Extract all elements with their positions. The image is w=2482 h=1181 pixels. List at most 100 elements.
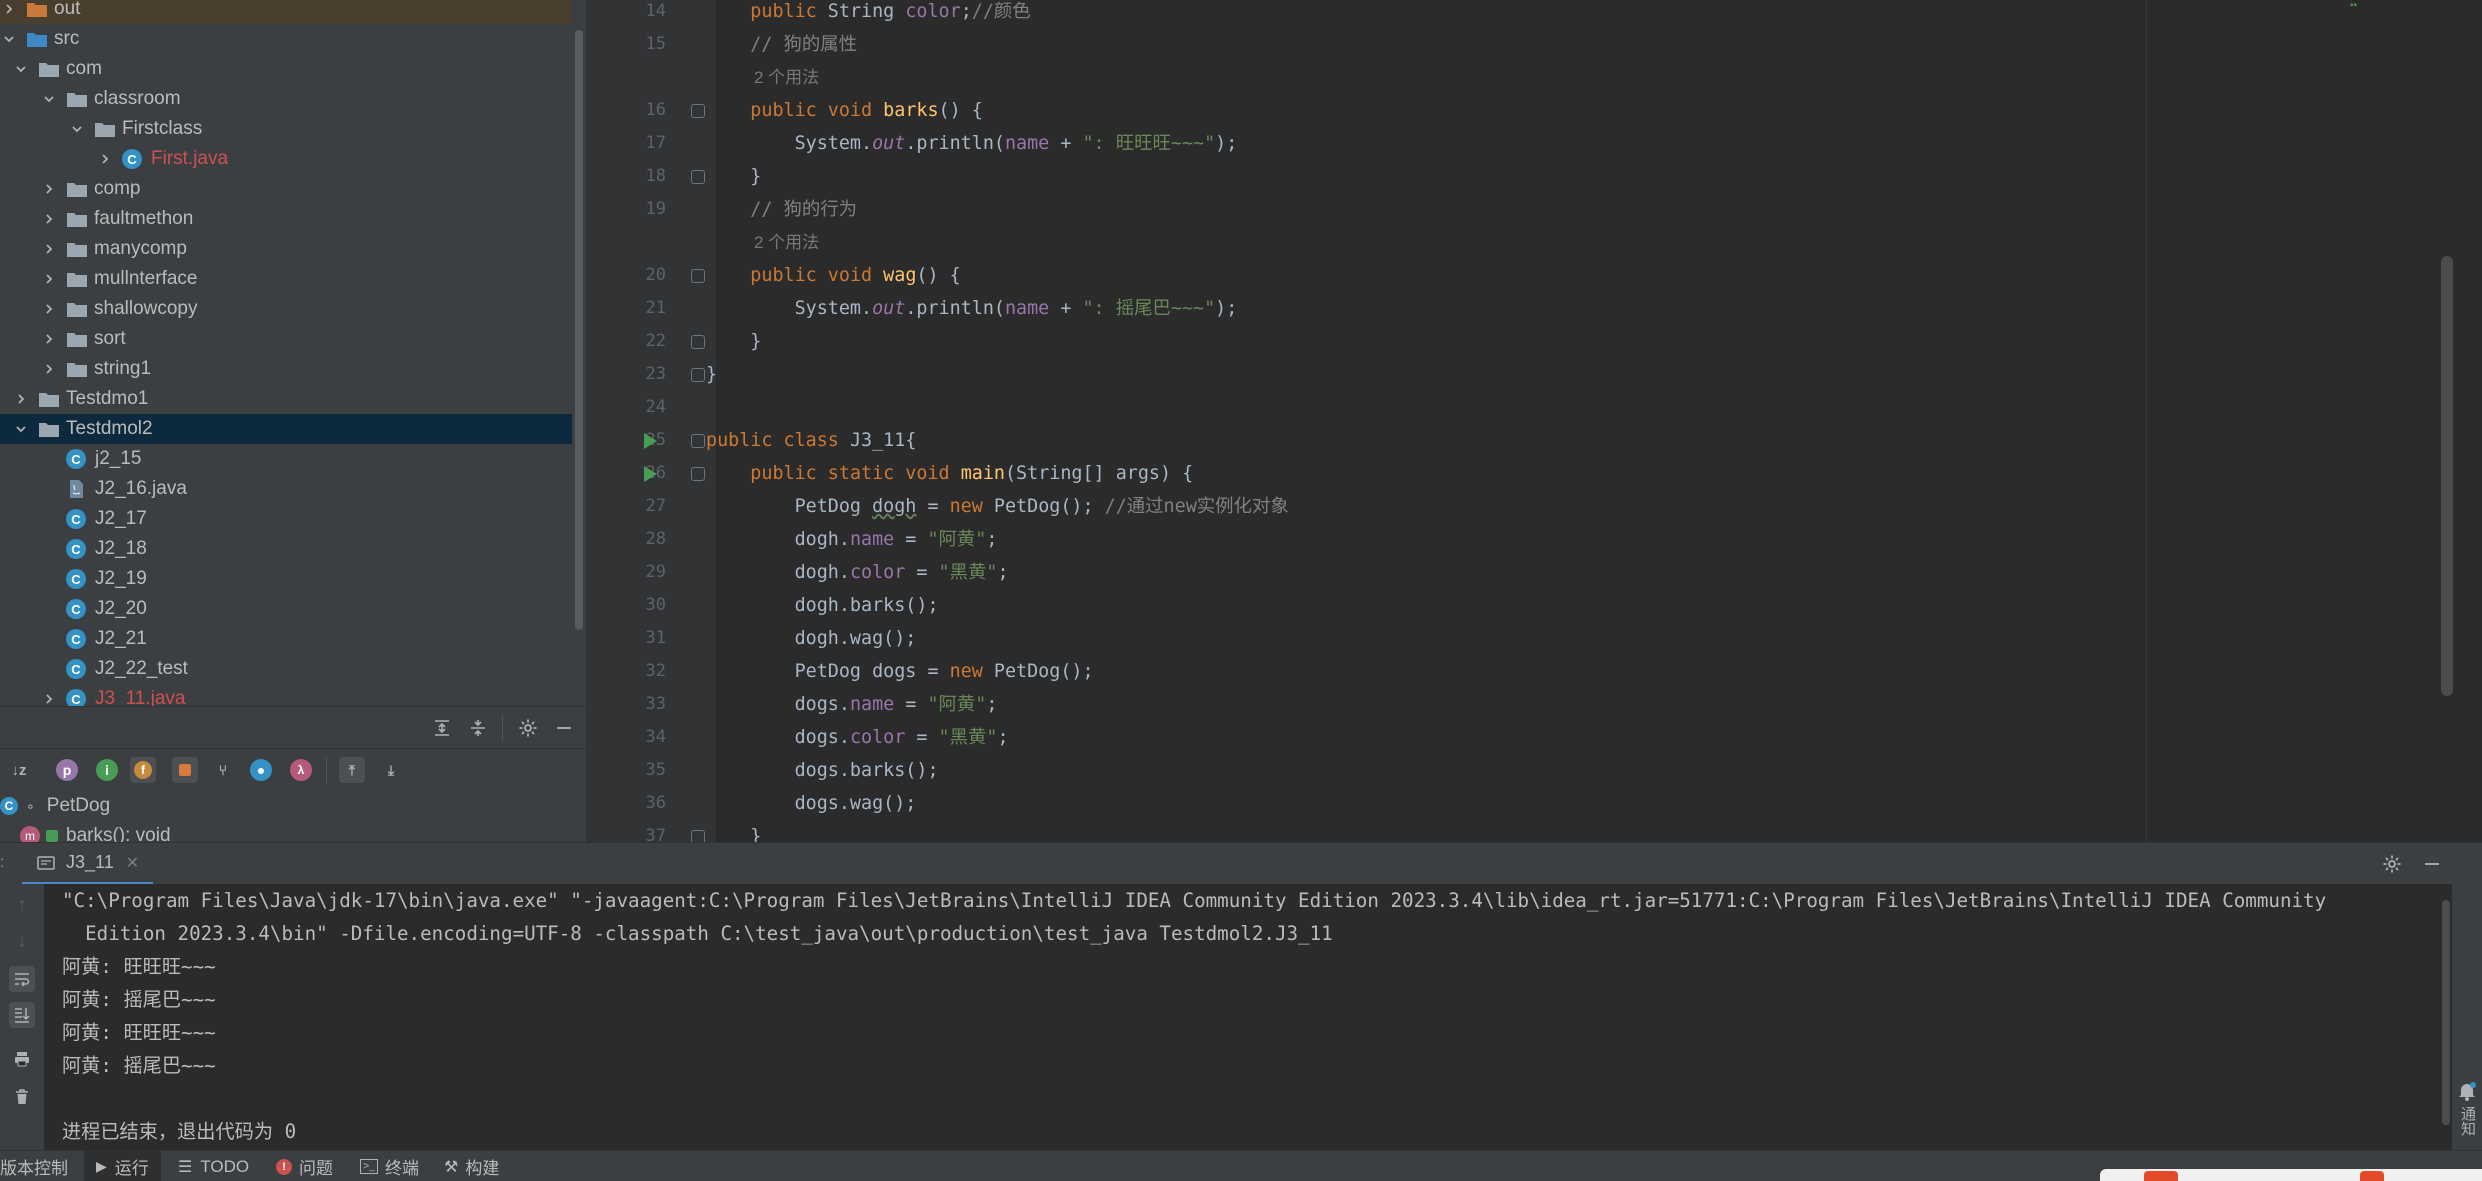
code-editor[interactable]: 14 15 16 17 18 19 20 21 22 23 24 25 26 27 28 29 30 31 32 33… (586, 0, 2482, 842)
inspection-indicator-icon[interactable]: ▪▪ (2350, 0, 2368, 11)
anonymous-classes-icon[interactable]: ● (250, 759, 272, 781)
sort-alpha-icon[interactable]: ↓z (6, 757, 32, 783)
tree-item[interactable]: C J2_22_test (0, 654, 572, 684)
code-line[interactable]: dogh.wag(); (706, 622, 917, 655)
fields-toggle-icon[interactable]: f (130, 757, 156, 783)
tree-item[interactable]: C J2_20 (0, 594, 572, 624)
non-public-icon[interactable] (172, 757, 198, 783)
code-line[interactable]: System.out.println(name + ": 旺旺旺~~~"); (706, 127, 1238, 160)
code-line[interactable]: dogs.barks(); (706, 754, 939, 787)
chevron-down-icon[interactable] (12, 420, 30, 438)
code-line[interactable]: System.out.println(name + ": 摇尾巴~~~"); (706, 292, 1238, 325)
code-line[interactable]: PetDog dogs = new PetDog(); (706, 655, 1094, 688)
code-line[interactable]: public class J3_11{ (706, 424, 916, 457)
tree-item[interactable]: mullnterface (0, 264, 572, 294)
tree-item[interactable]: sort (0, 324, 572, 354)
tree-item[interactable]: Cj2_15 (0, 444, 572, 474)
chevron-right-icon[interactable] (40, 210, 58, 228)
tree-item[interactable]: classroom (0, 84, 572, 114)
chevron-right-icon[interactable] (40, 270, 58, 288)
chevron-down-icon[interactable] (40, 90, 58, 108)
code-area[interactable]: public String color;//颜色 // 狗的属性 2 个用法 pu… (586, 0, 2482, 842)
code-line[interactable]: PetDog dogh = new PetDog(); //通过new实例化对象 (706, 490, 1289, 523)
code-line[interactable]: dogh.name = "阿黄"; (706, 523, 998, 556)
tree-item[interactable]: C J2_18 (0, 534, 572, 564)
code-line[interactable]: public static void main(String[] args) { (706, 457, 1193, 490)
close-icon[interactable]: ✕ (126, 853, 139, 873)
tree-item[interactable]: C J2_19 (0, 564, 572, 594)
gear-icon[interactable] (516, 716, 540, 740)
todo-tool-button[interactable]: ☰ TODO (178, 1151, 249, 1181)
chevron-right-icon[interactable] (40, 690, 58, 706)
vcs-tool-button[interactable]: 版本控制 (0, 1151, 76, 1181)
code-line[interactable]: // 狗的属性 (706, 28, 857, 61)
lambdas-icon[interactable]: λ (290, 759, 312, 781)
tree-item[interactable]: J2_16.java (0, 474, 572, 504)
code-line[interactable]: public void wag() { (706, 259, 960, 292)
print-icon[interactable] (9, 1046, 35, 1072)
code-line[interactable]: public String color;//颜色 (706, 0, 1030, 28)
project-scrollbar-thumb[interactable] (575, 30, 583, 630)
expand-all-icon[interactable] (430, 716, 454, 740)
code-line[interactable]: // 狗的行为 (706, 193, 857, 226)
structure-row-method[interactable]: m barks(): void (20, 821, 171, 842)
soft-wrap-icon[interactable] (9, 966, 35, 992)
chevron-right-icon[interactable] (40, 300, 58, 318)
minimize-icon[interactable] (552, 716, 576, 740)
minimize-icon[interactable] (2420, 852, 2444, 876)
autoscroll-to-source-icon[interactable]: ⤒ (339, 757, 365, 783)
tree-item[interactable]: comp (0, 174, 572, 204)
usages-hint[interactable]: 2 个用法 (754, 61, 819, 94)
tree-item[interactable]: src (0, 24, 572, 54)
code-line[interactable]: } (706, 358, 717, 391)
tree-item[interactable]: com (0, 54, 572, 84)
chevron-down-icon[interactable] (0, 30, 18, 48)
scroll-to-end-icon[interactable] (9, 1002, 35, 1028)
run-tool-button[interactable]: ▶ 运行 (84, 1151, 161, 1181)
properties-icon[interactable]: p (56, 759, 78, 781)
tree-item[interactable]: C J3_11.java (0, 684, 572, 706)
chevron-right-icon[interactable] (40, 240, 58, 258)
chevron-right-icon[interactable] (0, 0, 18, 18)
tree-item[interactable]: manycomp (0, 234, 572, 264)
tree-item[interactable]: faultmethon (0, 204, 572, 234)
code-line[interactable]: } (706, 820, 761, 842)
run-tab[interactable]: J3_11 ✕ (22, 843, 154, 885)
notifications-label[interactable]: 通知 (2458, 1106, 2476, 1136)
code-line[interactable]: dogh.color = "黑黄"; (706, 556, 1009, 589)
code-line[interactable]: } (706, 325, 761, 358)
chevron-right-icon[interactable] (12, 390, 30, 408)
tree-item[interactable]: string1 (0, 354, 572, 384)
collapse-all-icon[interactable] (466, 716, 490, 740)
tree-item[interactable]: Testdmol2 (0, 414, 572, 444)
code-line[interactable]: public void barks() { (706, 94, 983, 127)
chevron-right-icon[interactable] (96, 150, 114, 168)
chevron-right-icon[interactable] (40, 330, 58, 348)
arrow-up-icon[interactable]: ↑ (9, 892, 35, 918)
gear-icon[interactable] (2380, 852, 2404, 876)
tree-item[interactable]: C J2_17 (0, 504, 572, 534)
tree-item[interactable]: shallowcopy (0, 294, 572, 324)
code-line[interactable]: } (706, 160, 761, 193)
tree-item[interactable]: C J2_21 (0, 624, 572, 654)
console-scrollbar-thumb[interactable] (2442, 900, 2450, 1125)
structure-row-class[interactable]: C ∘ PetDog (0, 791, 110, 821)
code-line[interactable]: dogs.name = "阿黄"; (706, 688, 998, 721)
bell-icon[interactable] (2456, 1080, 2478, 1102)
tree-item[interactable]: Testdmo1 (0, 384, 572, 414)
tree-item[interactable]: Firstclass (0, 114, 572, 144)
tree-item[interactable]: C First.java (0, 144, 572, 174)
trash-icon[interactable] (9, 1084, 35, 1110)
autoscroll-from-source-icon[interactable]: ⤓ (378, 757, 404, 783)
terminal-tool-button[interactable]: >_ 终端 (360, 1151, 419, 1181)
console-output[interactable]: "C:\Program Files\Java\jdk-17\bin\java.e… (44, 884, 2438, 1150)
hierarchy-icon[interactable]: ⑂ (210, 757, 236, 783)
chevron-down-icon[interactable] (68, 120, 86, 138)
arrow-down-icon[interactable]: ↓ (9, 928, 35, 954)
chevron-down-icon[interactable] (12, 60, 30, 78)
tree-item[interactable]: out (0, 0, 572, 24)
code-line[interactable]: dogs.color = "黑黄"; (706, 721, 1009, 754)
inherited-icon[interactable]: i (96, 759, 118, 781)
editor-scrollbar-thumb[interactable] (2441, 256, 2453, 696)
usages-hint[interactable]: 2 个用法 (754, 226, 819, 259)
